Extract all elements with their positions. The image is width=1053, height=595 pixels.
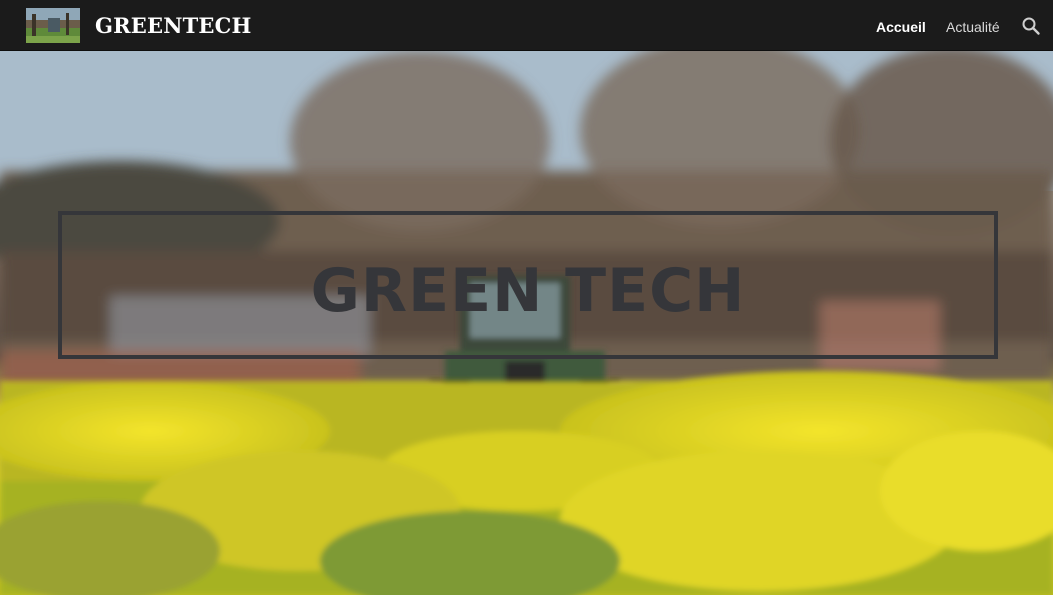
top-navbar: GREENTECH Accueil Actualité — [0, 0, 1053, 51]
hero-title: GREEN TECH — [310, 256, 746, 326]
hero-title-frame: GREEN TECH — [58, 211, 998, 359]
search-icon[interactable] — [1021, 16, 1041, 36]
hero-banner: GREEN TECH — [0, 51, 1053, 595]
nav-link-actualite[interactable]: Actualité — [946, 19, 1000, 35]
nav-link-accueil[interactable]: Accueil — [876, 19, 926, 35]
site-logo-icon[interactable] — [26, 8, 80, 43]
site-title[interactable]: GREENTECH — [95, 13, 252, 38]
